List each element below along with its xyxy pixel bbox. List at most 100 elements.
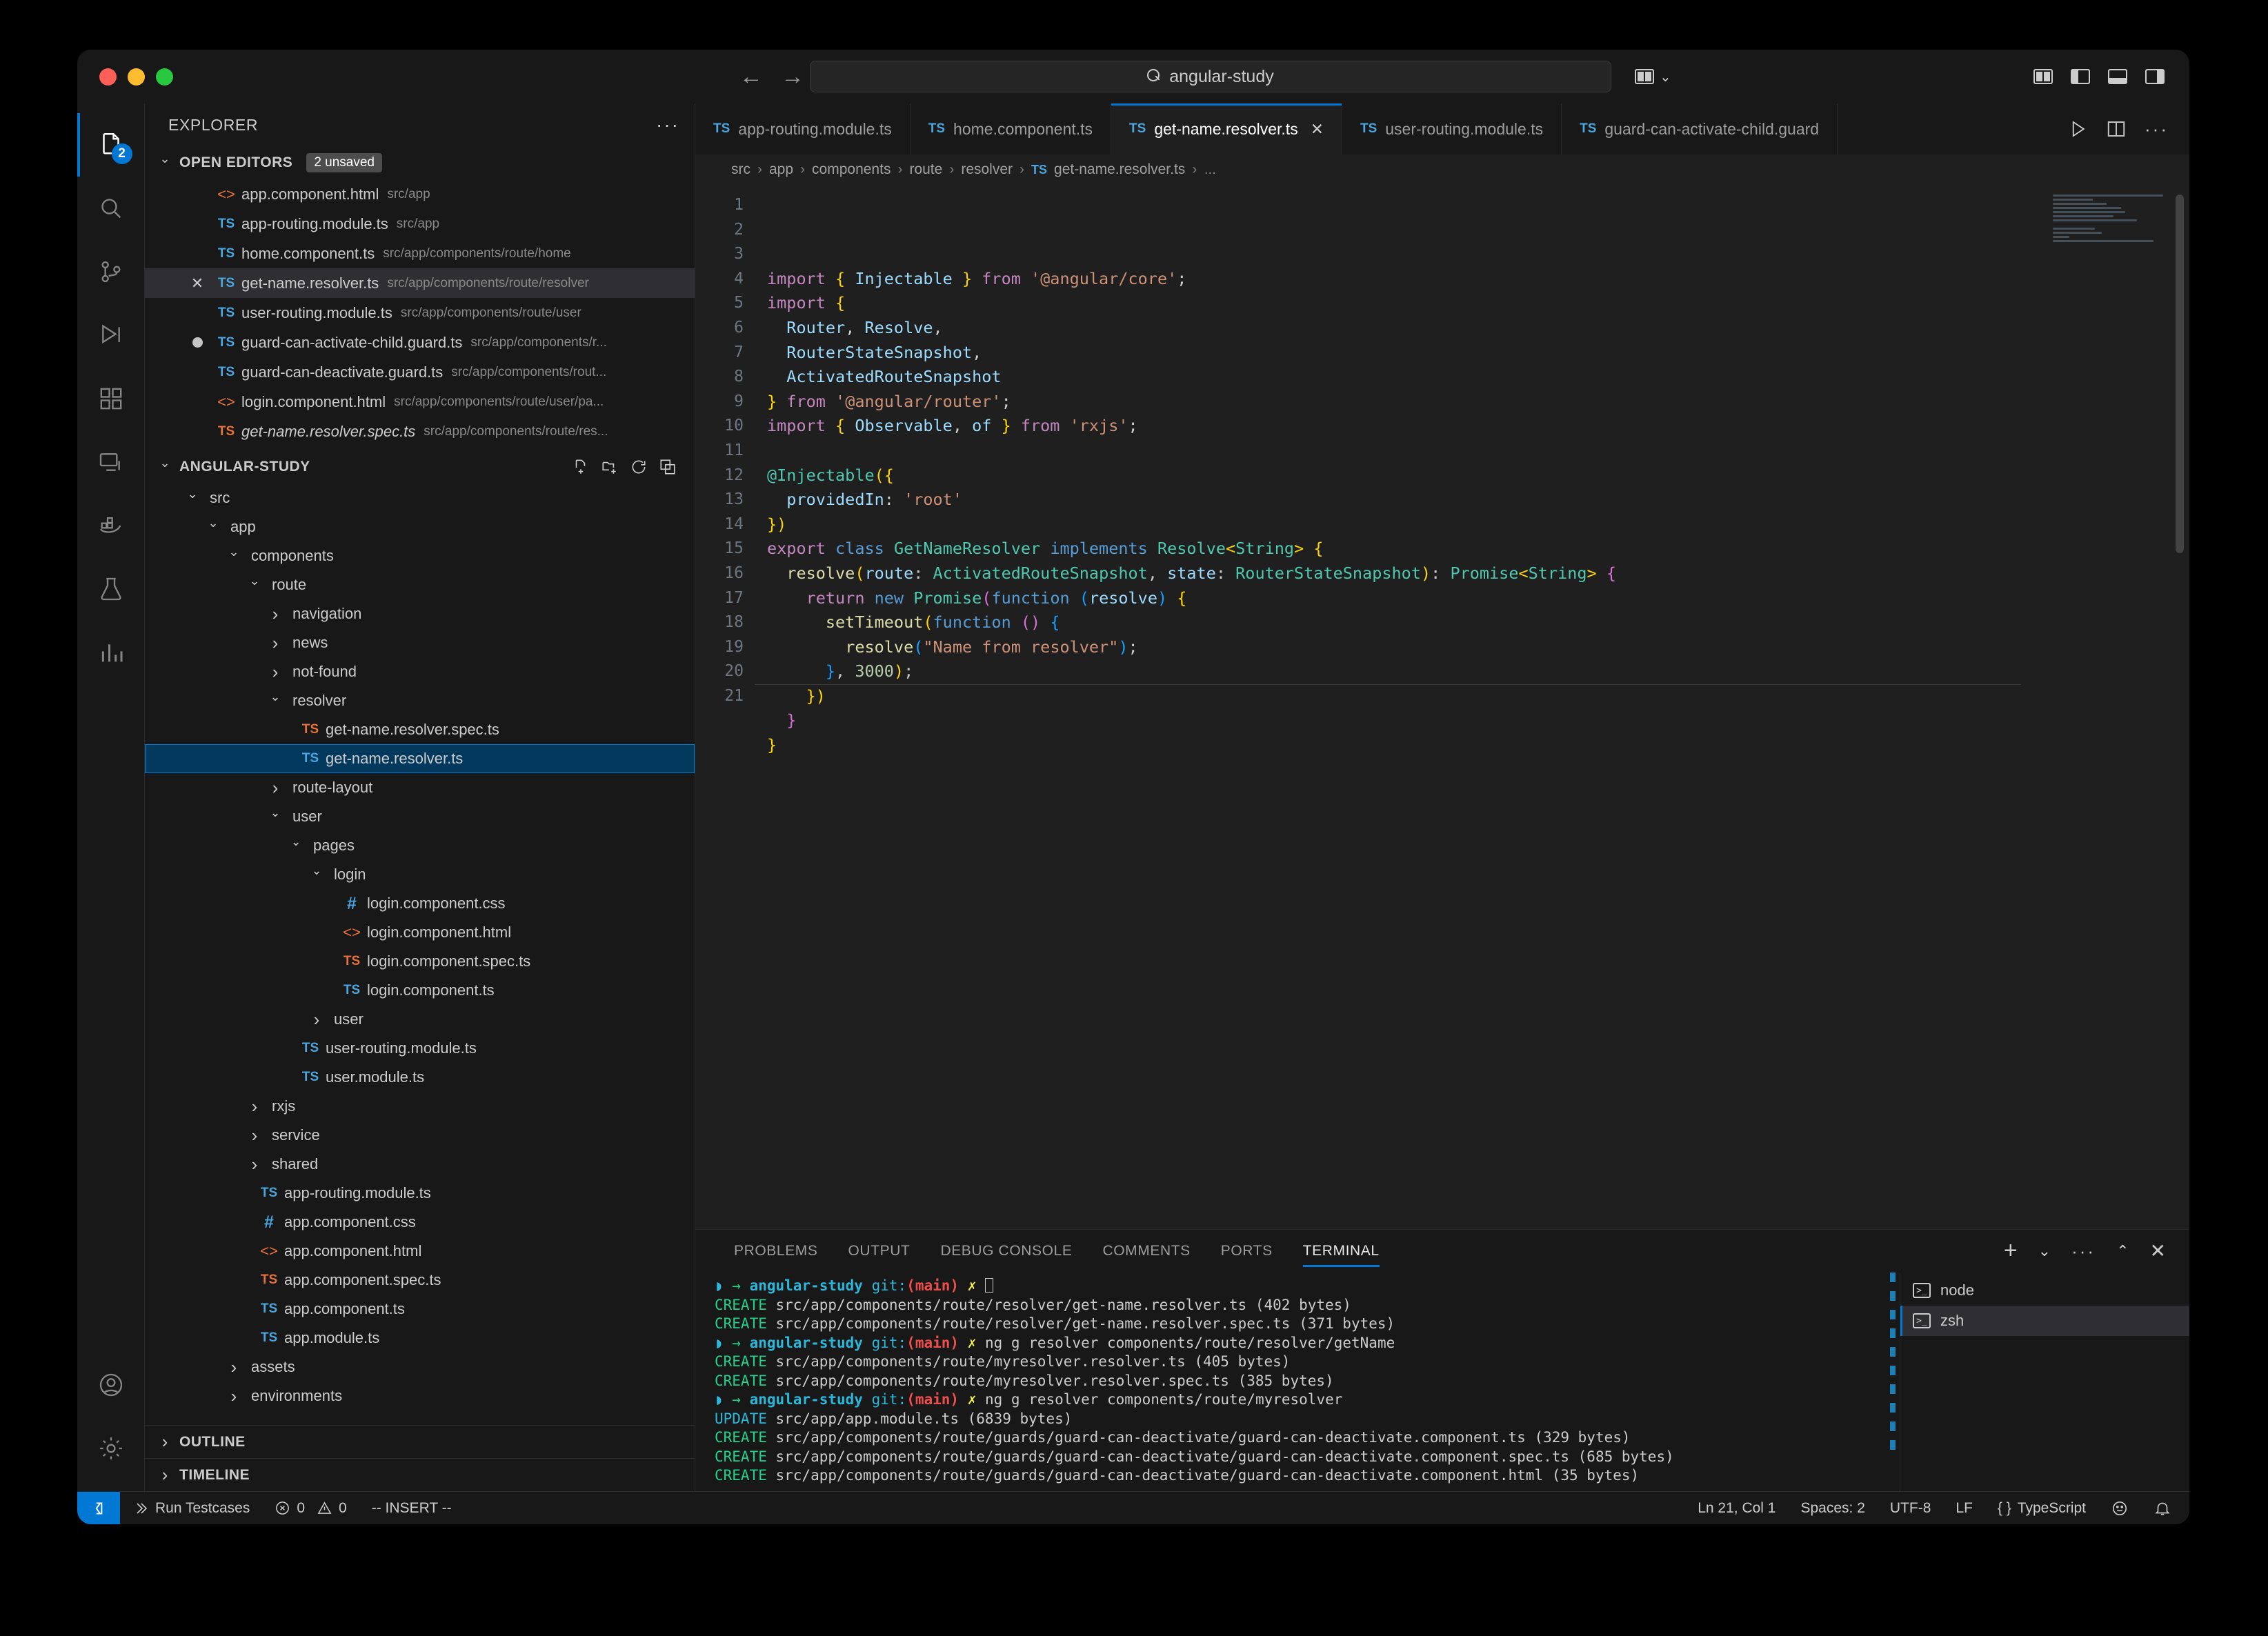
tree-folder-row[interactable]: user <box>145 802 695 831</box>
open-editor-row[interactable]: <>app.component.htmlsrc/app <box>145 179 695 209</box>
encoding-setting[interactable]: UTF-8 <box>1878 1500 1944 1517</box>
go-forward-icon[interactable]: → <box>781 65 804 88</box>
sidebar-item-run-and-debug[interactable] <box>77 303 145 367</box>
tree-folder-row[interactable]: navigation <box>145 599 695 628</box>
chevron-down-icon[interactable] <box>247 578 262 592</box>
tree-file-row[interactable]: TSapp.module.ts <box>145 1324 695 1353</box>
panel-tab[interactable]: PROBLEMS <box>719 1230 833 1273</box>
panel-tab[interactable]: TERMINAL <box>1288 1230 1395 1273</box>
collapse-all-icon[interactable] <box>659 458 677 476</box>
breadcrumb-item[interactable]: app <box>769 161 793 178</box>
chevron-right-icon[interactable] <box>247 1096 262 1117</box>
editor-tab[interactable]: TSapp-routing.module.ts <box>695 103 911 154</box>
tree-file-row[interactable]: TSuser.module.ts <box>145 1063 695 1092</box>
settings-button[interactable] <box>77 1417 145 1480</box>
editor-scrollbar[interactable] <box>2173 185 2187 875</box>
tree-file-row[interactable]: TSapp-routing.module.ts <box>145 1179 695 1208</box>
open-editor-row[interactable]: ✕TSget-name.resolver.tssrc/app/component… <box>145 268 695 298</box>
tree-folder-row[interactable]: src <box>145 483 695 512</box>
chevron-up-icon[interactable]: ⌃ <box>2116 1242 2129 1260</box>
tree-folder-row[interactable]: service <box>145 1121 695 1150</box>
chevron-right-icon[interactable] <box>247 1125 262 1146</box>
terminal-output[interactable]: ◗ → angular-study git:(main) ✗ CREATE sr… <box>695 1273 1900 1491</box>
sidebar-item-extensions[interactable] <box>77 367 145 430</box>
breadcrumb-item[interactable]: route <box>909 161 942 178</box>
panel-tab[interactable]: OUTPUT <box>833 1230 926 1273</box>
file-tree[interactable]: srcappcomponentsroutenavigationnewsnot-f… <box>145 483 695 1425</box>
sidebar-item-chart[interactable] <box>77 621 145 684</box>
run-testcases-button[interactable]: Run Testcases <box>120 1500 262 1517</box>
run-icon[interactable] <box>2067 119 2088 139</box>
outline-section-header[interactable]: OUTLINE <box>145 1425 695 1458</box>
editor-tab[interactable]: TSguard-can-activate-child.guard <box>1562 103 1838 154</box>
breadcrumb-item[interactable]: get-name.resolver.ts <box>1054 161 1185 178</box>
open-editor-row[interactable]: TSguard-can-deactivate.guard.tssrc/app/c… <box>145 357 695 387</box>
minimap[interactable] <box>2053 194 2170 277</box>
problems-status[interactable]: 0 0 <box>262 1500 359 1517</box>
ellipsis-icon[interactable]: ··· <box>2071 1248 2096 1255</box>
tree-file-row[interactable]: <>app.component.html <box>145 1237 695 1266</box>
new-file-icon[interactable] <box>572 458 590 476</box>
chevron-down-icon[interactable] <box>206 520 221 535</box>
chevron-down-icon[interactable] <box>226 549 241 563</box>
chevron-down-icon[interactable] <box>268 694 283 708</box>
add-terminal-icon[interactable]: + <box>2004 1241 2018 1260</box>
tree-file-row[interactable]: TSapp.component.ts <box>145 1295 695 1324</box>
accounts-button[interactable] <box>77 1353 145 1417</box>
chevron-right-icon[interactable] <box>226 1357 241 1378</box>
breadcrumb-item[interactable]: src <box>731 161 750 178</box>
tree-file-row[interactable]: TSlogin.component.spec.ts <box>145 947 695 976</box>
window-controls[interactable] <box>77 68 284 86</box>
toggle-panel-grid-icon[interactable] <box>2033 69 2053 84</box>
editor-tab[interactable]: TSuser-routing.module.ts <box>1342 103 1562 154</box>
panel-tab[interactable]: COMMENTS <box>1087 1230 1205 1273</box>
code-content[interactable]: import { Injectable } from '@angular/cor… <box>755 185 2189 1229</box>
tree-folder-row[interactable]: assets <box>145 1353 695 1381</box>
refresh-icon[interactable] <box>630 458 648 476</box>
tree-file-row[interactable]: TSlogin.component.ts <box>145 976 695 1005</box>
chevron-right-icon[interactable] <box>247 1154 262 1175</box>
eol-setting[interactable]: LF <box>1943 1500 1985 1517</box>
go-back-icon[interactable]: ← <box>739 65 763 88</box>
timeline-section-header[interactable]: TIMELINE <box>145 1458 695 1491</box>
ellipsis-icon[interactable]: ··· <box>2145 126 2169 132</box>
tree-file-row[interactable]: TSuser-routing.module.ts <box>145 1034 695 1063</box>
tree-folder-row[interactable]: login <box>145 860 695 889</box>
cursor-position[interactable]: Ln 21, Col 1 <box>1685 1500 1788 1517</box>
editor-tab[interactable]: TSget-name.resolver.ts✕ <box>1111 103 1342 154</box>
customize-layout-button[interactable]: ⌄ <box>1635 68 1671 86</box>
tree-folder-row[interactable]: route-layout <box>145 773 695 802</box>
close-window-button[interactable] <box>99 68 117 86</box>
chevron-right-icon[interactable] <box>268 777 283 799</box>
ellipsis-icon[interactable]: ··· <box>656 120 679 130</box>
open-editors-section-header[interactable]: OPEN EDITORS 2 unsaved <box>145 146 695 179</box>
breadcrumb[interactable]: src › app › components › route › resolve… <box>695 154 2189 185</box>
toggle-panel-icon[interactable] <box>2108 69 2127 84</box>
terminal-instance-row[interactable]: >_zsh <box>1900 1306 2189 1336</box>
tree-folder-row[interactable]: app <box>145 512 695 541</box>
language-mode[interactable]: { } TypeScript <box>1985 1500 2098 1517</box>
notifications-button[interactable] <box>2141 1499 2189 1517</box>
open-editor-row[interactable]: TSapp-routing.module.tssrc/app <box>145 209 695 239</box>
editor-tab[interactable]: TShome.component.ts <box>911 103 1111 154</box>
tree-folder-row[interactable]: rxjs <box>145 1092 695 1121</box>
panel-tab[interactable]: PORTS <box>1206 1230 1288 1273</box>
sidebar-item-source-control[interactable] <box>77 240 145 303</box>
sidebar-item-docker[interactable] <box>77 494 145 557</box>
tree-file-row[interactable]: TSget-name.resolver.spec.ts <box>145 715 695 744</box>
project-section-header[interactable]: ANGULAR-STUDY <box>145 450 695 483</box>
minimize-window-button[interactable] <box>128 68 145 86</box>
sidebar-item-explorer[interactable]: 2 <box>77 113 145 177</box>
chevron-right-icon[interactable] <box>268 661 283 683</box>
chevron-down-icon[interactable]: ⌄ <box>2038 1242 2051 1260</box>
new-folder-icon[interactable] <box>601 458 619 476</box>
open-editor-row[interactable]: TSget-name.resolver.spec.tssrc/app/compo… <box>145 417 695 446</box>
sidebar-item-search[interactable] <box>77 177 145 240</box>
sidebar-item-remote-explorer[interactable] <box>77 430 145 494</box>
tree-folder-row[interactable]: components <box>145 541 695 570</box>
tree-file-row[interactable]: TSapp.component.spec.ts <box>145 1266 695 1295</box>
chevron-down-icon[interactable] <box>288 839 304 853</box>
close-tab-icon[interactable]: ✕ <box>1311 120 1324 139</box>
tree-folder-row[interactable]: user <box>145 1005 695 1034</box>
indentation-setting[interactable]: Spaces: 2 <box>1788 1500 1877 1517</box>
